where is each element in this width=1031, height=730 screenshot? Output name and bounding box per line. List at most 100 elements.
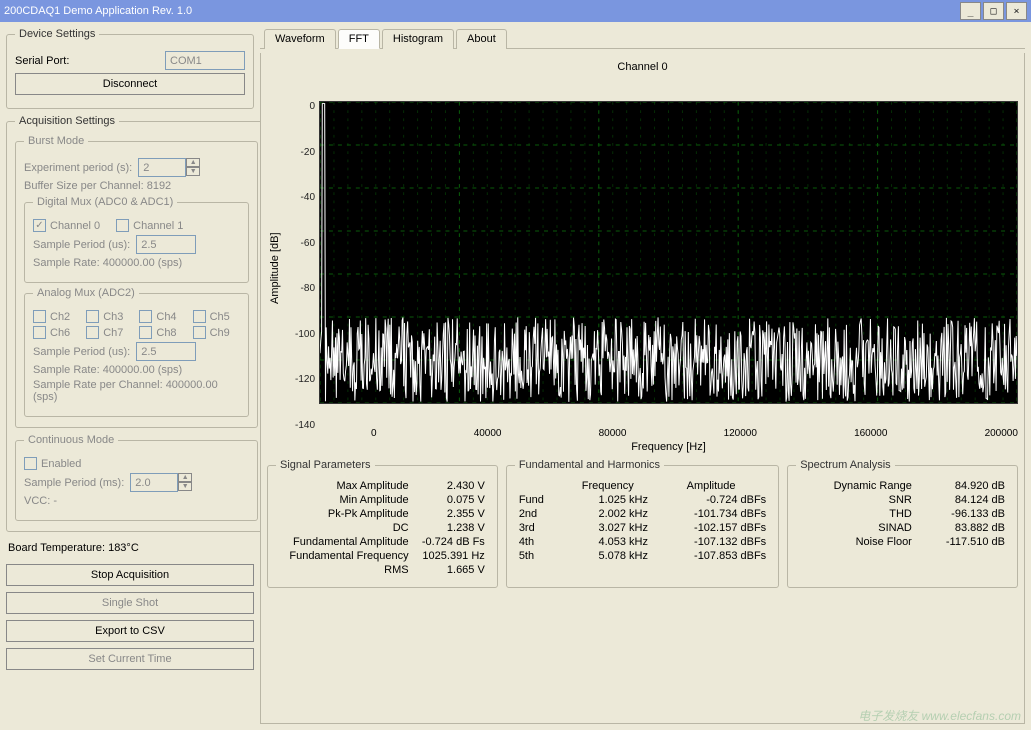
- spec-label: SINAD: [796, 521, 916, 535]
- param-label: Fundamental Frequency: [276, 549, 413, 563]
- ch2-checkbox[interactable]: Ch2: [33, 310, 70, 323]
- param-value: 1.665 V: [413, 563, 489, 577]
- harmonic-amp: -102.157 dBFs: [652, 521, 770, 535]
- minimize-button[interactable]: _: [960, 2, 981, 20]
- spectrum-analysis-group: Spectrum Analysis Dynamic Range84.920 dB…: [787, 459, 1018, 588]
- param-value: 0.075 V: [413, 493, 489, 507]
- chevron-down-icon[interactable]: ▼: [186, 167, 200, 176]
- spec-label: Noise Floor: [796, 535, 916, 549]
- param-label: Max Amplitude: [276, 479, 413, 493]
- harmonics-amp-header: Amplitude: [652, 479, 770, 493]
- experiment-period-input[interactable]: [138, 158, 186, 177]
- acquisition-settings-legend: Acquisition Settings: [15, 115, 119, 127]
- harmonic-name: Fund: [515, 493, 564, 507]
- ch5-checkbox[interactable]: Ch5: [193, 310, 230, 323]
- param-label: DC: [276, 521, 413, 535]
- digital-mux-group: Digital Mux (ADC0 & ADC1) ✓ Channel 0 Ch…: [24, 196, 249, 283]
- ch9-checkbox[interactable]: Ch9: [193, 326, 230, 339]
- tab-strip: Waveform FFT Histogram About: [260, 28, 1025, 49]
- acquisition-settings-group: Acquisition Settings Burst Mode Experime…: [6, 115, 267, 532]
- serial-port-input[interactable]: [165, 51, 245, 70]
- ch7-checkbox[interactable]: Ch7: [86, 326, 123, 339]
- cont-sample-period-label: Sample Period (ms):: [24, 477, 124, 489]
- chevron-up-icon[interactable]: ▲: [186, 158, 200, 167]
- chevron-up-icon[interactable]: ▲: [178, 473, 192, 482]
- chart-xlabel: Frequency [Hz]: [319, 439, 1018, 453]
- experiment-period-spin[interactable]: ▲ ▼: [186, 158, 200, 177]
- spec-value: -117.510 dB: [916, 535, 1009, 549]
- anamux-sample-rate-per-channel-label: Sample Rate per Channel: 400000.00 (sps): [33, 379, 240, 403]
- spec-label: Dynamic Range: [796, 479, 916, 493]
- spec-label: THD: [796, 507, 916, 521]
- ch8-checkbox[interactable]: Ch8: [139, 326, 176, 339]
- cont-sample-period-spin[interactable]: ▲ ▼: [178, 473, 192, 492]
- chevron-down-icon[interactable]: ▼: [178, 482, 192, 491]
- spectrum-analysis-legend: Spectrum Analysis: [796, 459, 894, 471]
- signal-parameters-group: Signal Parameters Max Amplitude2.430 VMi…: [267, 459, 498, 588]
- continuous-mode-legend: Continuous Mode: [24, 434, 118, 446]
- ch3-checkbox[interactable]: Ch3: [86, 310, 123, 323]
- tab-about[interactable]: About: [456, 29, 507, 49]
- harmonics-legend: Fundamental and Harmonics: [515, 459, 664, 471]
- device-settings-group: Device Settings Serial Port: Disconnect: [6, 28, 254, 109]
- spectrum-analysis-table: Dynamic Range84.920 dBSNR84.124 dBTHD-96…: [796, 479, 1009, 549]
- harmonic-freq: 2.002 kHz: [564, 507, 652, 521]
- analog-mux-group: Analog Mux (ADC2) Ch2 Ch3 Ch4 Ch5 Ch6 Ch…: [24, 287, 249, 417]
- param-label: Min Amplitude: [276, 493, 413, 507]
- digmux-sample-rate-label: Sample Rate: 400000.00 (sps): [33, 257, 182, 269]
- harmonic-freq: 3.027 kHz: [564, 521, 652, 535]
- tab-body: Channel 0 Amplitude [dB] 0-20-40-60-80-1…: [260, 53, 1025, 724]
- digital-mux-legend: Digital Mux (ADC0 & ADC1): [33, 196, 177, 208]
- maximize-button[interactable]: □: [983, 2, 1004, 20]
- chart-title: Channel 0: [267, 59, 1018, 77]
- harmonic-freq: 1.025 kHz: [564, 493, 652, 507]
- channel0-checkbox[interactable]: ✓ Channel 0: [33, 219, 100, 232]
- single-shot-button[interactable]: Single Shot: [6, 592, 254, 614]
- tab-histogram[interactable]: Histogram: [382, 29, 454, 49]
- spec-value: 84.920 dB: [916, 479, 1009, 493]
- signal-parameters-legend: Signal Parameters: [276, 459, 375, 471]
- window-title: 200CDAQ1 Demo Application Rev. 1.0: [4, 5, 192, 17]
- param-label: Fundamental Amplitude: [276, 535, 413, 549]
- set-current-time-button[interactable]: Set Current Time: [6, 648, 254, 670]
- spec-value: 84.124 dB: [916, 493, 1009, 507]
- close-button[interactable]: ×: [1006, 2, 1027, 20]
- experiment-period-label: Experiment period (s):: [24, 162, 132, 174]
- window-titlebar: 200CDAQ1 Demo Application Rev. 1.0 _ □ ×: [0, 0, 1031, 22]
- disconnect-button[interactable]: Disconnect: [15, 73, 245, 95]
- harmonics-group: Fundamental and Harmonics FrequencyAmpli…: [506, 459, 779, 588]
- harmonic-name: 4th: [515, 535, 564, 549]
- harmonic-amp: -0.724 dBFs: [652, 493, 770, 507]
- harmonics-freq-header: Frequency: [564, 479, 652, 493]
- anamux-sample-period-label: Sample Period (us):: [33, 346, 130, 358]
- digmux-sample-period-input[interactable]: [136, 235, 196, 254]
- param-value: 2.355 V: [413, 507, 489, 521]
- chart-xaxis: 04000080000120000160000200000: [371, 426, 1018, 439]
- param-label: RMS: [276, 563, 413, 577]
- harmonic-name: 2nd: [515, 507, 564, 521]
- spec-label: SNR: [796, 493, 916, 507]
- stop-acquisition-button[interactable]: Stop Acquisition: [6, 564, 254, 586]
- harmonics-table: FrequencyAmplitude Fund1.025 kHz-0.724 dB…: [515, 479, 770, 563]
- tab-fft[interactable]: FFT: [338, 29, 380, 49]
- cont-sample-period-input[interactable]: [130, 473, 178, 492]
- enabled-checkbox[interactable]: Enabled: [24, 457, 81, 470]
- param-value: 1025.391 Hz: [413, 549, 489, 563]
- export-csv-button[interactable]: Export to CSV: [6, 620, 254, 642]
- spec-value: 83.882 dB: [916, 521, 1009, 535]
- tab-waveform[interactable]: Waveform: [264, 29, 336, 49]
- param-value: -0.724 dB Fs: [413, 535, 489, 549]
- anamux-sample-period-input[interactable]: [136, 342, 196, 361]
- vcc-label: VCC: -: [24, 495, 57, 507]
- harmonic-name: 3rd: [515, 521, 564, 535]
- ch4-checkbox[interactable]: Ch4: [139, 310, 176, 323]
- harmonic-amp: -107.132 dBFs: [652, 535, 770, 549]
- channel1-checkbox[interactable]: Channel 1: [116, 219, 183, 232]
- fft-plot[interactable]: [319, 101, 1018, 404]
- param-value: 1.238 V: [413, 521, 489, 535]
- chart-yaxis: 0-20-40-60-80-100-120-140: [283, 83, 319, 453]
- spec-value: -96.133 dB: [916, 507, 1009, 521]
- ch6-checkbox[interactable]: Ch6: [33, 326, 70, 339]
- signal-parameters-table: Max Amplitude2.430 VMin Amplitude0.075 V…: [276, 479, 489, 577]
- harmonic-amp: -107.853 dBFs: [652, 549, 770, 563]
